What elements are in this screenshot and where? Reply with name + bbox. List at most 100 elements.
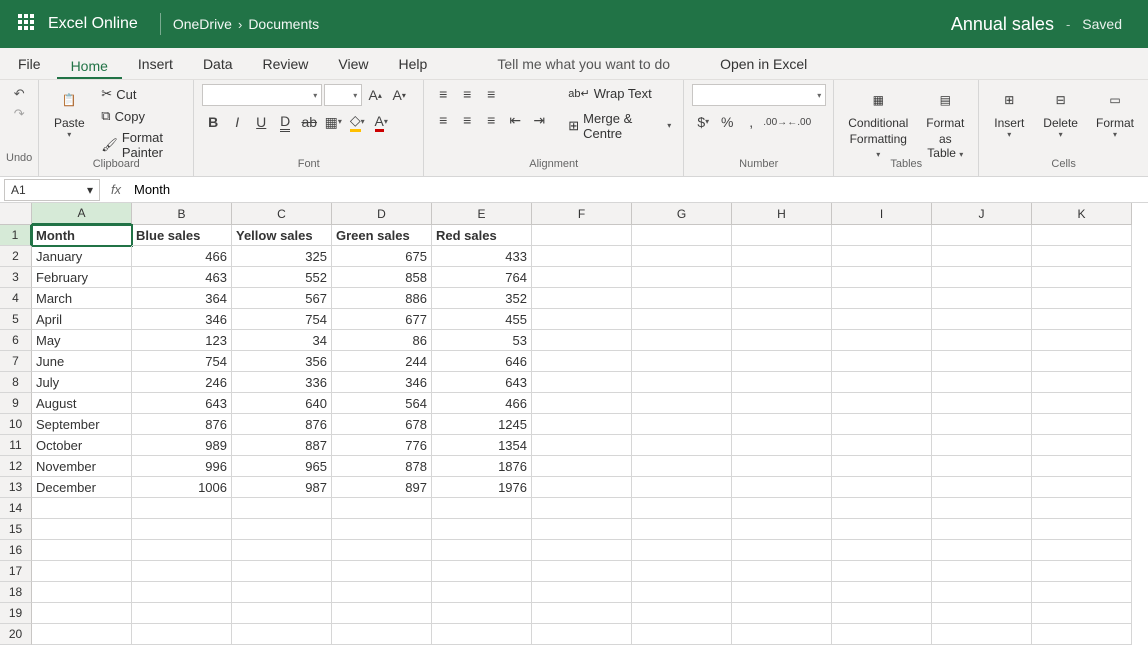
cell[interactable] xyxy=(132,561,232,582)
cell[interactable] xyxy=(632,288,732,309)
cell[interactable]: 989 xyxy=(132,435,232,456)
cell[interactable] xyxy=(832,393,932,414)
row-header[interactable]: 11 xyxy=(0,435,32,456)
cell[interactable] xyxy=(32,519,132,540)
cell[interactable]: 325 xyxy=(232,246,332,267)
merge-centre-button[interactable]: ⊞Merge & Centre▾ xyxy=(564,109,675,143)
cell[interactable] xyxy=(32,540,132,561)
cell[interactable] xyxy=(1032,498,1132,519)
cell[interactable]: 678 xyxy=(332,414,432,435)
cell[interactable] xyxy=(132,540,232,561)
column-header-F[interactable]: F xyxy=(532,203,632,225)
column-header-C[interactable]: C xyxy=(232,203,332,225)
column-header-K[interactable]: K xyxy=(1032,203,1132,225)
cell[interactable] xyxy=(732,330,832,351)
decrease-decimal-button[interactable]: ←.00 xyxy=(788,112,810,132)
cell[interactable]: Red sales xyxy=(432,225,532,246)
cell[interactable] xyxy=(1032,456,1132,477)
cell[interactable] xyxy=(732,561,832,582)
cell[interactable] xyxy=(532,561,632,582)
cell[interactable]: 552 xyxy=(232,267,332,288)
cell[interactable]: 466 xyxy=(432,393,532,414)
row-header[interactable]: 6 xyxy=(0,330,32,351)
shrink-font-button[interactable]: A▾ xyxy=(388,85,410,105)
cell[interactable] xyxy=(532,540,632,561)
cell[interactable] xyxy=(632,225,732,246)
cell[interactable] xyxy=(1032,414,1132,435)
cell[interactable]: 677 xyxy=(332,309,432,330)
cell[interactable] xyxy=(332,540,432,561)
cell[interactable] xyxy=(932,351,1032,372)
cell[interactable] xyxy=(932,624,1032,645)
cell[interactable] xyxy=(132,519,232,540)
cell[interactable] xyxy=(832,603,932,624)
cell[interactable] xyxy=(532,477,632,498)
cell[interactable] xyxy=(432,540,532,561)
cell[interactable] xyxy=(532,267,632,288)
cell[interactable] xyxy=(632,267,732,288)
fx-icon[interactable]: fx xyxy=(104,182,128,197)
cell[interactable] xyxy=(632,414,732,435)
row-header[interactable]: 20 xyxy=(0,624,32,645)
cell[interactable] xyxy=(132,624,232,645)
cell[interactable] xyxy=(1032,288,1132,309)
cell[interactable]: June xyxy=(32,351,132,372)
cell[interactable]: 876 xyxy=(132,414,232,435)
column-header-G[interactable]: G xyxy=(632,203,732,225)
cell[interactable] xyxy=(1032,435,1132,456)
cell[interactable]: 346 xyxy=(132,309,232,330)
cell[interactable] xyxy=(1032,603,1132,624)
cell[interactable]: 876 xyxy=(232,414,332,435)
cell[interactable]: 352 xyxy=(432,288,532,309)
cell[interactable] xyxy=(1032,561,1132,582)
cell[interactable] xyxy=(632,498,732,519)
cell[interactable]: 858 xyxy=(332,267,432,288)
conditional-formatting-button[interactable]: ▦ Conditional Formatting ▾ xyxy=(842,84,914,162)
increase-indent-button[interactable]: ⇥ xyxy=(528,110,550,130)
currency-button[interactable]: $▾ xyxy=(692,112,714,132)
cell[interactable]: 336 xyxy=(232,372,332,393)
borders-button[interactable]: ▦▾ xyxy=(322,112,344,132)
cell[interactable] xyxy=(632,624,732,645)
cell[interactable] xyxy=(932,288,1032,309)
redo-button[interactable]: ↷ xyxy=(9,104,29,124)
cell[interactable]: May xyxy=(32,330,132,351)
cell[interactable]: January xyxy=(32,246,132,267)
align-right-button[interactable]: ≡ xyxy=(480,110,502,130)
cell[interactable] xyxy=(732,309,832,330)
cell[interactable] xyxy=(1032,225,1132,246)
cell[interactable] xyxy=(932,456,1032,477)
cell[interactable] xyxy=(632,477,732,498)
cell[interactable] xyxy=(932,561,1032,582)
cell[interactable] xyxy=(932,246,1032,267)
align-left-button[interactable]: ≡ xyxy=(432,110,454,130)
chevron-down-icon[interactable]: ▾ xyxy=(67,130,71,139)
cell[interactable]: 34 xyxy=(232,330,332,351)
font-color-button[interactable]: A▾ xyxy=(370,112,392,132)
cell[interactable] xyxy=(832,309,932,330)
copy-button[interactable]: ⧉Copy xyxy=(97,106,185,126)
cell[interactable]: 776 xyxy=(332,435,432,456)
row-header[interactable]: 9 xyxy=(0,393,32,414)
cell[interactable] xyxy=(432,561,532,582)
cell[interactable] xyxy=(1032,540,1132,561)
row-header[interactable]: 15 xyxy=(0,519,32,540)
fill-color-button[interactable]: ◇▾ xyxy=(346,112,368,132)
cell[interactable] xyxy=(532,519,632,540)
cell[interactable]: October xyxy=(32,435,132,456)
decrease-indent-button[interactable]: ⇤ xyxy=(504,110,526,130)
cell[interactable] xyxy=(732,267,832,288)
cell[interactable] xyxy=(632,561,732,582)
cell[interactable]: 643 xyxy=(132,393,232,414)
italic-button[interactable]: I xyxy=(226,112,248,132)
cell[interactable]: 1354 xyxy=(432,435,532,456)
percent-button[interactable]: % xyxy=(716,112,738,132)
cell[interactable]: 364 xyxy=(132,288,232,309)
cell[interactable] xyxy=(832,582,932,603)
cell[interactable]: February xyxy=(32,267,132,288)
cell[interactable]: September xyxy=(32,414,132,435)
row-header[interactable]: 1 xyxy=(0,225,32,246)
cell[interactable] xyxy=(1032,477,1132,498)
cell[interactable]: 643 xyxy=(432,372,532,393)
cell[interactable] xyxy=(1032,309,1132,330)
